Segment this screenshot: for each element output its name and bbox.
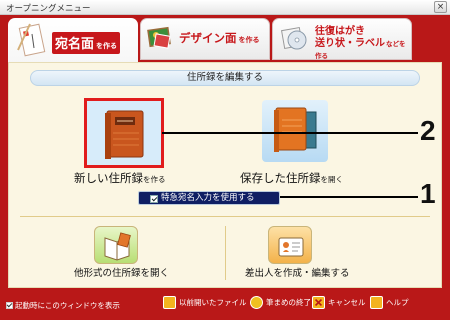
help-button[interactable]: ヘルプ [370, 295, 416, 311]
help-label: ヘルプ [386, 298, 409, 307]
open-saved-address-book-button[interactable] [262, 100, 328, 162]
window-title: オープニングメニュー [6, 4, 91, 14]
photo-icon [147, 26, 171, 49]
callout-number-1: 1 [420, 178, 436, 209]
tab-address-side[interactable]: 宛名面 を作る [8, 18, 138, 64]
cancel-button[interactable]: キャンセル [312, 295, 368, 311]
new-address-book-text: 新しい住所録 [74, 171, 143, 185]
exit-label: 筆まめの終了 [266, 298, 311, 307]
cancel-label: キャンセル [328, 298, 366, 307]
open-saved-address-book-label[interactable]: 保存した住所録を開く [240, 170, 343, 186]
open-other-format-label[interactable]: 他形式の住所録を開く [74, 265, 169, 279]
sender-edit-label[interactable]: 差出人を作成・編集する [245, 265, 350, 279]
new-address-book-suffix: を作る [143, 175, 166, 184]
open-other-format-button[interactable] [94, 226, 138, 264]
checkbox-checked-icon [6, 302, 13, 309]
open-saved-address-book-suffix: を開く [320, 175, 344, 184]
close-button[interactable]: × [434, 1, 447, 13]
sender-card-icon [278, 237, 304, 257]
tab-design-side[interactable]: デザイン面 を作る [140, 18, 270, 60]
title-bar: オープニングメニュー × [0, 0, 450, 15]
tab-reply-label-1: 往復はがき [315, 26, 365, 37]
exit-icon [250, 296, 263, 309]
address-book-icon [274, 107, 317, 152]
open-book-icon [104, 232, 131, 261]
startup-checkbox[interactable]: 起動時にこのウィンドウを表示 [6, 300, 120, 311]
tab-design-sublabel: を作る [238, 36, 260, 44]
cancel-icon [312, 296, 325, 309]
help-icon [370, 296, 383, 309]
sender-edit-button[interactable] [268, 226, 312, 264]
open-saved-address-book-text: 保存した住所録 [240, 171, 321, 185]
tab-reply-label-2: 送り状・ラベル [315, 38, 385, 49]
divider [20, 216, 430, 217]
address-book-icon [105, 110, 144, 159]
opening-menu-window: オープニングメニュー × 宛名面 を作る デザイン面 を作る 往復はがき 送り状… [0, 0, 450, 320]
exit-button[interactable]: 筆まめの終了 [250, 295, 312, 311]
section-title: 住所録を編集する [30, 70, 420, 86]
express-address-label: 特急宛名入力を使用する [161, 193, 255, 203]
callout-number-2: 2 [420, 115, 436, 146]
startup-checkbox-label: 起動時にこのウィンドウを表示 [15, 301, 120, 310]
recent-file-button[interactable]: 以前開いたファイル [163, 295, 251, 311]
tab-address-sublabel: を作る [96, 42, 118, 50]
disc-icon [280, 26, 307, 50]
divider-vertical [225, 226, 226, 280]
callout-line-2 [162, 132, 418, 134]
tab-reply-postcard[interactable]: 往復はがき 送り状・ラベルなどを作る [272, 18, 412, 60]
tab-address-label: 宛名面 [55, 37, 95, 52]
tab-design-label: デザイン面 [179, 31, 237, 45]
recent-file-icon [163, 296, 176, 309]
express-address-checkbox[interactable]: 特急宛名入力を使用する [138, 191, 280, 205]
checkbox-checked-icon [150, 195, 158, 203]
new-address-book-button[interactable] [84, 98, 164, 168]
callout-line-1 [280, 196, 418, 198]
recent-file-label: 以前開いたファイル [179, 298, 247, 307]
letter-icon [17, 23, 46, 57]
new-address-book-label[interactable]: 新しい住所録を作る [74, 170, 166, 186]
